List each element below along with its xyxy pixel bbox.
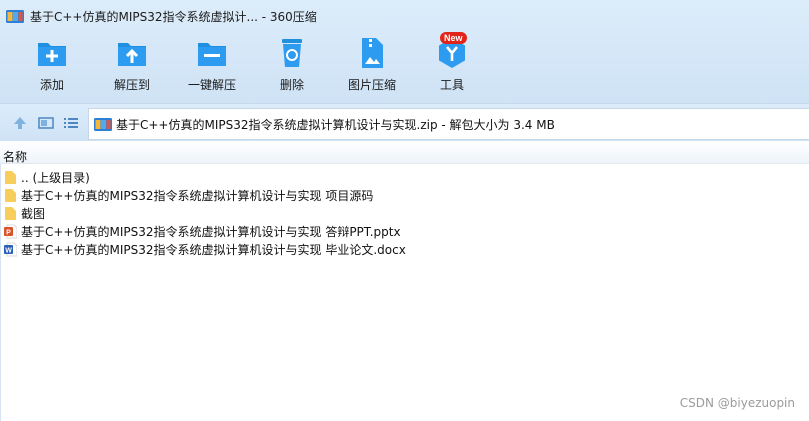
add-button[interactable]: 添加	[12, 36, 92, 98]
delete-button[interactable]: 删除	[252, 36, 332, 98]
list-item-docx[interactable]: W 基于C++仿真的MIPS32指令系统虚拟计算机设计与实现 毕业论文.docx	[0, 240, 809, 258]
window-title: 基于C++仿真的MIPS32指令系统虚拟计... - 360压缩	[30, 9, 317, 24]
list-header: 名称	[0, 141, 809, 164]
top-chrome: 基于C++仿真的MIPS32指令系统虚拟计... - 360压缩 添加 解压到	[0, 0, 809, 103]
one-click-extract-label: 一键解压	[187, 78, 236, 92]
svg-text:P: P	[6, 229, 11, 236]
image-compress-label: 图片压缩	[347, 78, 396, 92]
watermark: CSDN @biyezuopin	[679, 396, 795, 410]
toolbar: 添加 解压到 一键解压 删除 图片压缩 New 工具	[0, 32, 809, 100]
file-name: 截图	[21, 206, 46, 221]
new-badge: New	[440, 32, 467, 44]
file-name: 基于C++仿真的MIPS32指令系统虚拟计算机设计与实现 项目源码	[21, 188, 374, 203]
extract-to-icon	[118, 43, 146, 66]
file-list: .. (上级目录) 基于C++仿真的MIPS32指令系统虚拟计算机设计与实现 项…	[0, 168, 809, 258]
list-item-parent-dir[interactable]: .. (上级目录)	[0, 168, 809, 186]
powerpoint-icon: P	[4, 224, 17, 238]
word-icon: W	[4, 242, 17, 256]
up-arrow-icon[interactable]	[11, 114, 29, 132]
one-click-extract-icon	[198, 43, 226, 66]
trash-icon	[282, 39, 302, 67]
delete-label: 删除	[279, 78, 304, 92]
image-compress-icon	[362, 38, 383, 68]
archive-icon	[6, 10, 24, 23]
tools-button[interactable]: New 工具	[412, 32, 492, 98]
folder-icon	[5, 170, 16, 184]
folder-icon	[5, 188, 16, 202]
list-view-icon[interactable]	[62, 114, 80, 132]
list-item-source-folder[interactable]: 基于C++仿真的MIPS32指令系统虚拟计算机设计与实现 项目源码	[0, 186, 809, 204]
extract-to-label: 解压到	[113, 78, 150, 92]
extract-to-button[interactable]: 解压到	[92, 36, 172, 98]
svg-text:W: W	[5, 247, 12, 254]
path-field[interactable]: 基于C++仿真的MIPS32指令系统虚拟计算机设计与实现.zip - 解包大小为…	[88, 108, 809, 140]
file-name: 基于C++仿真的MIPS32指令系统虚拟计算机设计与实现 毕业论文.docx	[21, 242, 406, 257]
file-name: 基于C++仿真的MIPS32指令系统虚拟计算机设计与实现 答辩PPT.pptx	[21, 224, 401, 239]
add-file-icon	[38, 43, 66, 66]
tools-label: 工具	[439, 78, 464, 92]
zip-file-icon	[94, 118, 112, 131]
list-item-screenshots-folder[interactable]: 截图	[0, 204, 809, 222]
column-name-header[interactable]: 名称	[3, 148, 27, 165]
folder-icon	[5, 206, 16, 220]
title-bar: 基于C++仿真的MIPS32指令系统虚拟计... - 360压缩	[0, 0, 809, 32]
add-label: 添加	[39, 78, 64, 92]
file-name: .. (上级目录)	[21, 170, 90, 185]
image-compress-button[interactable]: 图片压缩	[332, 36, 412, 98]
thumbnail-view-icon[interactable]	[37, 114, 55, 132]
one-click-extract-button[interactable]: 一键解压	[172, 36, 252, 98]
address-bar: 基于C++仿真的MIPS32指令系统虚拟计算机设计与实现.zip - 解包大小为…	[0, 103, 809, 141]
list-item-pptx[interactable]: P 基于C++仿真的MIPS32指令系统虚拟计算机设计与实现 答辩PPT.ppt…	[0, 222, 809, 240]
archive-path: 基于C++仿真的MIPS32指令系统虚拟计算机设计与实现.zip - 解包大小为…	[116, 117, 555, 132]
